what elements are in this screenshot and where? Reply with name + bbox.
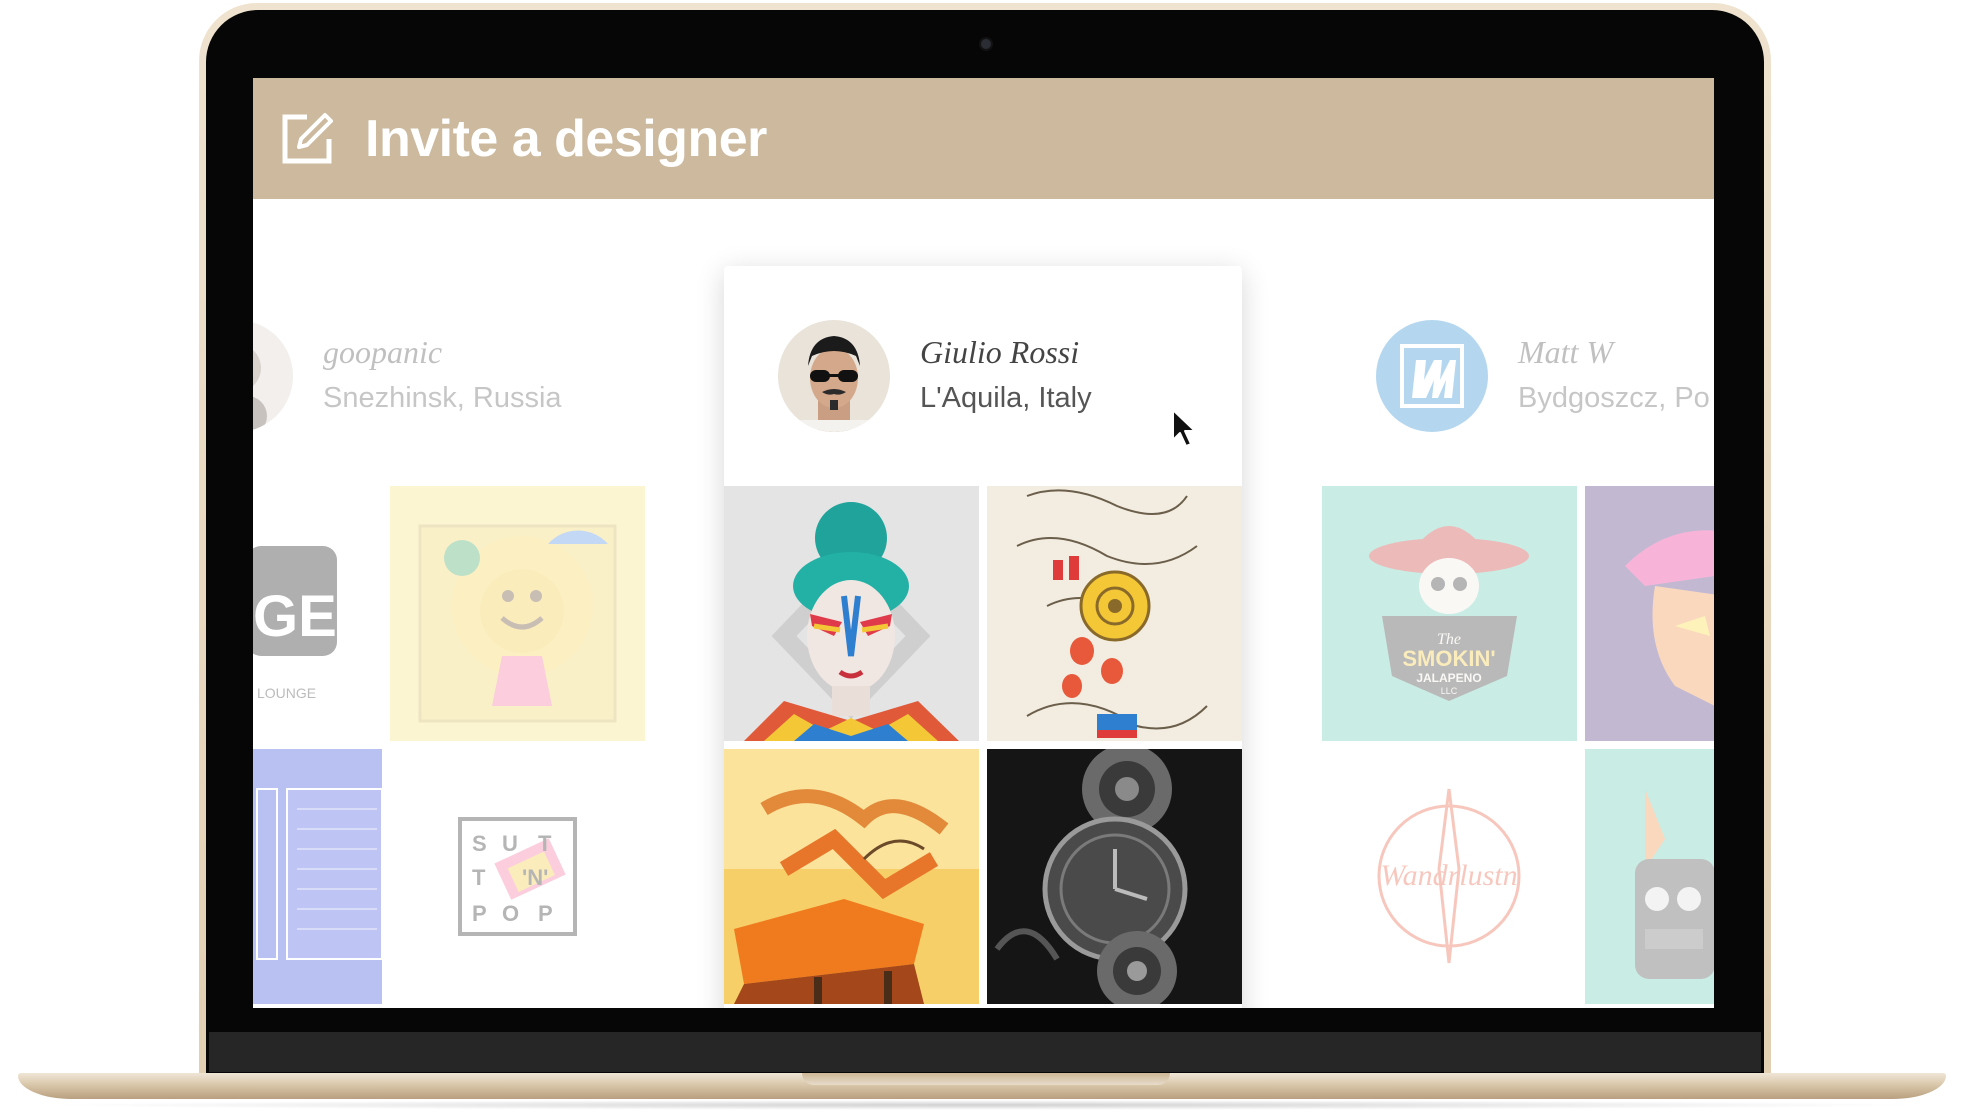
svg-text:P: P: [472, 901, 487, 926]
designer-location: L'Aquila, Italy: [920, 382, 1092, 414]
svg-text:JALAPENO: JALAPENO: [1416, 671, 1481, 685]
camera-icon: [981, 39, 991, 49]
designer-location: Snezhinsk, Russia: [323, 382, 562, 414]
portfolio-image[interactable]: [1585, 749, 1714, 1004]
portfolio-grid: The SMOKIN' JALAPENO LLC Wandrlustn: [1322, 486, 1714, 1008]
designer-card-header: Matt W Bydgoszcz, Po: [1322, 266, 1714, 486]
portfolio-image[interactable]: [390, 486, 645, 741]
portfolio-image[interactable]: S U T T 'N' P O P: [390, 749, 645, 1004]
portfolio-image[interactable]: GEA LOUNGE: [253, 486, 382, 741]
edit-icon[interactable]: [277, 109, 337, 169]
portfolio-grid: GEA LOUNGE S U T T 'N' P O P: [253, 486, 645, 1008]
svg-text:P: P: [538, 901, 553, 926]
portfolio-image[interactable]: The SMOKIN' JALAPENO LLC: [1322, 486, 1577, 741]
svg-text:T: T: [472, 865, 486, 890]
avatar: [1376, 320, 1488, 432]
portfolio-image[interactable]: Wandrlustn: [1322, 749, 1577, 1004]
designer-name: goopanic: [323, 334, 443, 370]
avatar: [253, 320, 293, 432]
page-header: Invite a designer: [253, 78, 1714, 199]
designer-card-giulio-rossi[interactable]: Giulio Rossi L'Aquila, Italy: [724, 266, 1242, 1008]
laptop-chin: [209, 1032, 1761, 1072]
designer-name: Giulio Rossi: [920, 334, 1080, 370]
svg-text:'N': 'N': [522, 865, 548, 890]
svg-text:Wandrlustn: Wandrlustn: [1380, 859, 1517, 892]
laptop-notch: [802, 1073, 1170, 1085]
mouse-cursor-icon: [1172, 409, 1196, 447]
portfolio-image[interactable]: [987, 749, 1242, 1004]
portfolio-image[interactable]: [724, 749, 979, 1004]
svg-text:T: T: [538, 831, 552, 856]
portfolio-image[interactable]: [253, 749, 382, 1004]
svg-text:O: O: [502, 901, 519, 926]
avatar: [778, 320, 890, 432]
svg-text:LLC: LLC: [1441, 686, 1458, 696]
portfolio-grid: [724, 486, 1242, 1008]
svg-text:U: U: [502, 831, 518, 856]
laptop-shadow: [40, 1100, 1924, 1110]
portfolio-image[interactable]: [1585, 486, 1714, 741]
designer-card-goopanic[interactable]: goopanic Snezhinsk, Russia GEA LOUNGE S …: [253, 266, 645, 1008]
designer-location: Bydgoszcz, Po: [1518, 382, 1710, 414]
svg-text:S: S: [472, 831, 487, 856]
designer-card-matt-w[interactable]: Matt W Bydgoszcz, Po The SMOKIN' JALAPEN…: [1322, 266, 1714, 1008]
portfolio-image[interactable]: [987, 486, 1242, 741]
designer-card-header: goopanic Snezhinsk, Russia: [253, 266, 645, 486]
svg-text:SMOKIN': SMOKIN': [1402, 646, 1495, 671]
svg-text:GEA: GEA: [253, 584, 379, 649]
app-screen: Invite a designer goopanic Snezhinsk, Ru…: [253, 78, 1714, 1008]
designer-card-header: Giulio Rossi L'Aquila, Italy: [724, 266, 1242, 486]
svg-text:LOUNGE: LOUNGE: [257, 685, 316, 701]
portfolio-image[interactable]: [724, 486, 979, 741]
designer-name: Matt W: [1518, 334, 1614, 370]
page-title: Invite a designer: [365, 109, 767, 168]
